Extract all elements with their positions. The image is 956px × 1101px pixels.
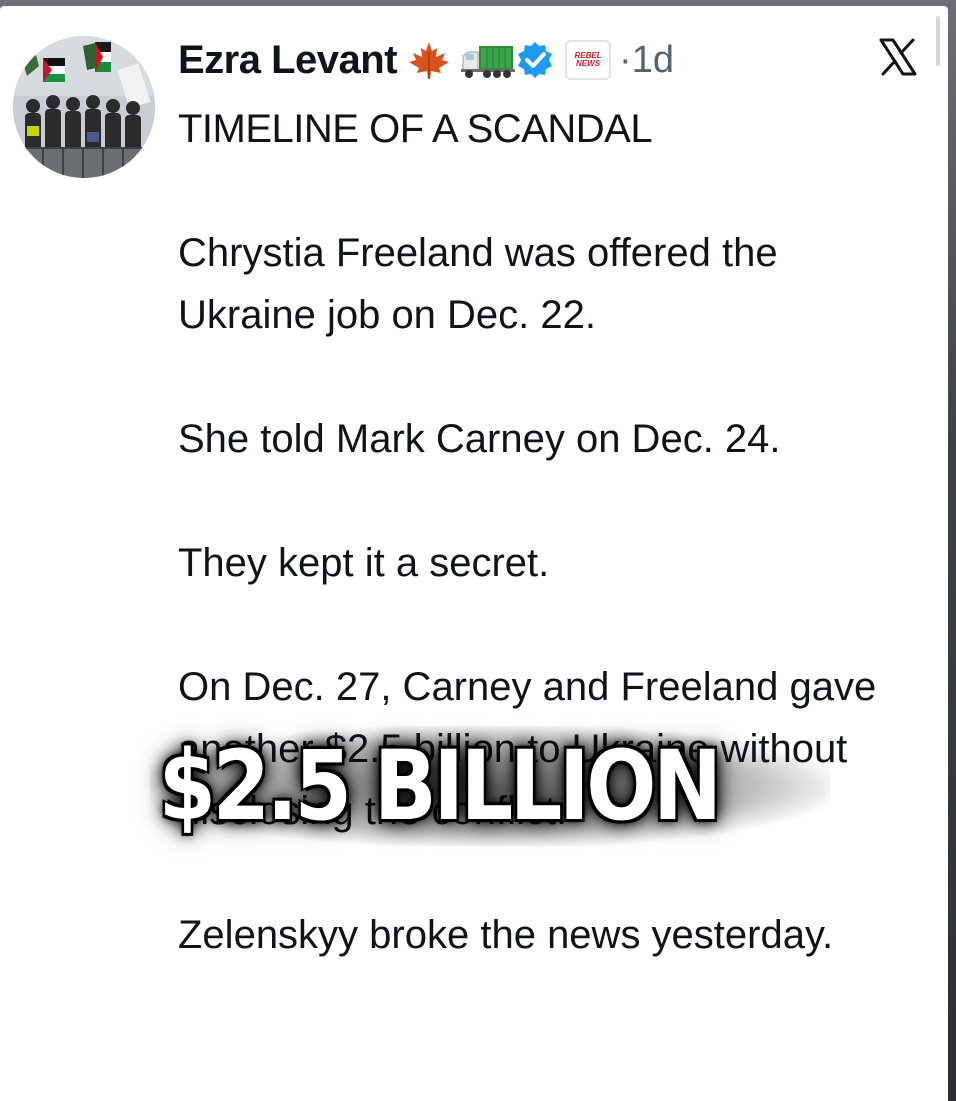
post-paragraph: She told Mark Carney on Dec. 24. [178, 417, 781, 461]
post-paragraph: Zelenskyy broke the news yesterday. [178, 913, 834, 957]
post-paragraph: Chrystia Freeland was offered the Ukrain… [178, 231, 778, 337]
post-card[interactable]: Ezra Levant REBEL NEWS ·1d TIMELINE OF A… [0, 6, 948, 1101]
affiliate-label: REBEL NEWS [574, 51, 602, 68]
post-time[interactable]: ·1d [619, 39, 674, 82]
author-name[interactable]: Ezra Levant [178, 38, 398, 83]
affiliate-badge[interactable]: REBEL NEWS [565, 40, 612, 80]
maple-leaf-icon [407, 40, 451, 80]
scrollbar[interactable] [936, 16, 940, 66]
truck-icon [461, 40, 516, 80]
avatar[interactable] [13, 36, 155, 178]
timestamp: 1d [631, 38, 674, 81]
x-logo-icon[interactable] [877, 36, 919, 78]
post-title: TIMELINE OF A SCANDAL [178, 107, 653, 151]
post-paragraph: They kept it a secret. [178, 541, 550, 585]
video-caption-overlay: $2.5 BILLION [158, 730, 722, 842]
verified-badge-icon[interactable] [515, 40, 555, 80]
post-header: Ezra Levant REBEL NEWS ·1d [178, 32, 674, 88]
time-separator: · [619, 38, 632, 81]
